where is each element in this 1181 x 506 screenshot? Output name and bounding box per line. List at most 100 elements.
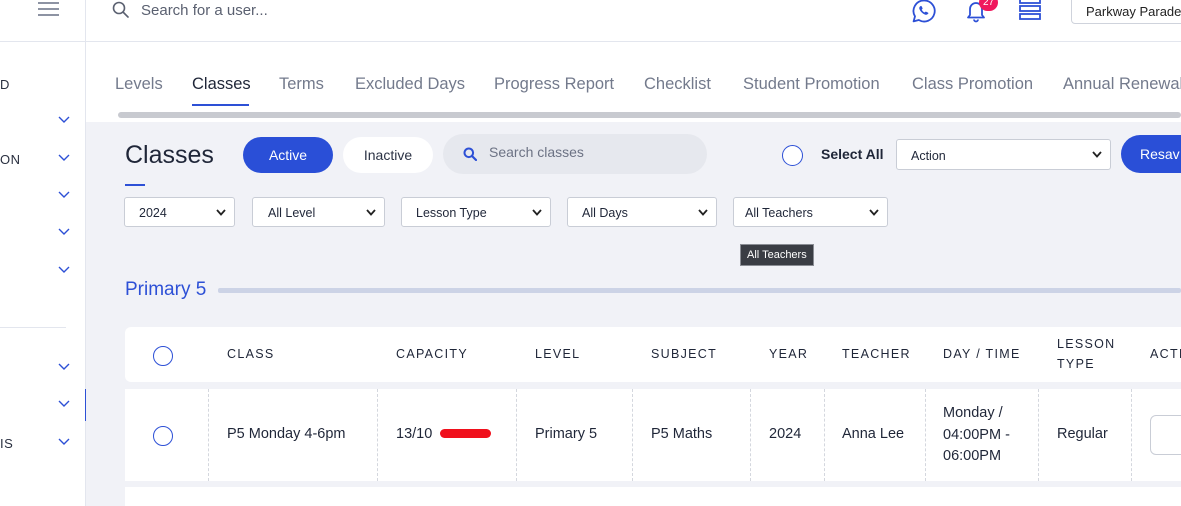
class-search-input[interactable] [489,144,689,160]
sidebar-item-2[interactable] [0,112,86,132]
days-filter[interactable]: All Days [567,197,717,227]
column-divider [750,389,751,481]
active-filter-button[interactable]: Active [243,137,333,173]
select-all-radio[interactable] [782,145,803,166]
sidebar: D ON IS [0,42,87,506]
notification-count-badge: 27 [979,0,998,11]
level-filter[interactable]: All Level [252,197,385,227]
column-divider [516,389,517,481]
sidebar-item-7[interactable] [0,359,86,379]
sidebar-item-3[interactable]: ON [0,150,86,170]
column-divider [1038,389,1039,481]
lesson-type-filter[interactable]: Lesson Type [401,197,551,227]
table-header: CLASS CAPACITY LEVEL SUBJECT YEAR TEACHE… [125,327,1181,382]
page-title: Classes [125,141,214,169]
column-header-lesson-type-line2: TYPE [1057,357,1095,371]
sidebar-item-8[interactable] [0,396,86,416]
sidebar-item-9[interactable]: IS [0,434,86,454]
sidebar-item-1[interactable]: D [0,75,86,95]
row-select-radio[interactable] [153,426,173,446]
user-search-input[interactable] [141,1,441,19]
list-view-icon[interactable] [1018,0,1044,22]
sidebar-item-label: IS [0,436,14,451]
capacity-over-limit-bar [440,429,491,438]
tabs-scrollbar[interactable] [118,112,1181,118]
sidebar-item-6[interactable] [0,262,86,282]
column-header-action[interactable]: ACTI [1150,344,1181,364]
row-action-button[interactable] [1150,415,1181,455]
tabs-bar: Levels Classes Terms Excluded Days Progr… [86,42,1181,122]
teachers-filter-value: All Teachers [745,206,813,220]
chevron-down-icon [58,363,70,370]
cell-level: Primary 5 [535,426,598,442]
column-divider [1131,389,1132,481]
lesson-type-filter-value: Lesson Type [416,206,487,220]
column-header-capacity[interactable]: CAPACITY [396,344,468,364]
chevron-down-icon [58,116,70,123]
tab-class-promotion[interactable]: Class Promotion [912,75,1033,94]
page-title-underline [125,184,145,186]
column-divider [377,389,378,481]
cell-subject: P5 Maths [651,426,713,442]
sidebar-item-5[interactable] [0,224,86,244]
chevron-down-icon [532,209,542,216]
column-header-subject[interactable]: SUBJECT [651,344,717,364]
class-search [443,134,707,174]
resave-button[interactable]: Resav [1121,135,1181,173]
chevron-down-icon [58,154,70,161]
column-divider [925,389,926,481]
select-all-label: Select All [821,146,884,162]
column-header-class[interactable]: CLASS [227,344,275,364]
chevron-down-icon [58,400,70,407]
action-select[interactable]: Action [896,139,1111,170]
cell-capacity: 13/10 [396,426,433,442]
column-header-day-time[interactable]: DAY / TIME [943,344,1021,364]
search-icon [112,1,129,18]
cell-day-time-line2: 04:00PM - [943,427,1010,443]
section-title: Primary 5 [125,279,207,300]
column-divider [632,389,633,481]
column-header-year[interactable]: YEAR [769,344,808,364]
tab-progress-report[interactable]: Progress Report [494,75,614,94]
chevron-down-icon [1092,151,1102,158]
cell-teacher: Anna Lee [842,426,905,442]
cell-lesson-type: Regular [1057,426,1108,442]
year-filter[interactable]: 2024 [124,197,235,227]
tab-levels[interactable]: Levels [115,75,163,94]
days-filter-value: All Days [582,206,628,220]
cell-day-time-line1: Monday / [943,405,1003,421]
level-filter-value: All Level [268,206,316,220]
inactive-filter-button[interactable]: Inactive [343,137,433,173]
teachers-filter[interactable]: All Teachers [733,197,888,227]
chevron-down-icon [58,438,70,445]
section-divider [218,288,1181,293]
sidebar-item-4[interactable] [0,187,86,207]
select-all-rows-radio[interactable] [153,346,173,366]
tab-classes[interactable]: Classes [192,75,251,94]
year-filter-value: 2024 [139,206,167,220]
table-row: P5 Monday 4-6pm 13/10 Primary 5 P5 Maths… [125,389,1181,481]
cell-day-time-line3: 06:00PM [943,448,1002,464]
tab-checklist[interactable]: Checklist [644,75,711,94]
sidebar-item-label: D [0,77,10,92]
search-icon [463,147,477,161]
top-header: 27 Parkway Parade [0,0,1181,42]
tab-excluded-days[interactable]: Excluded Days [355,75,465,94]
whatsapp-icon[interactable] [911,0,937,24]
sidebar-divider [0,327,66,328]
column-header-lesson-type[interactable]: LESSON [1057,334,1116,354]
active-tab-indicator [192,104,249,106]
column-divider [824,389,825,481]
table-row [125,487,1181,506]
chevron-down-icon [869,209,879,216]
tab-annual-renewal[interactable]: Annual Renewal [1063,75,1181,94]
branch-selector[interactable]: Parkway Parade [1071,0,1181,24]
tab-terms[interactable]: Terms [279,75,324,94]
hamburger-menu-icon[interactable] [38,0,60,18]
column-header-teacher[interactable]: TEACHER [842,344,911,364]
chevron-down-icon [216,209,226,216]
chevron-down-icon [698,209,708,216]
action-select-value: Action [911,149,946,163]
column-header-level[interactable]: LEVEL [535,344,580,364]
tab-student-promotion[interactable]: Student Promotion [743,75,880,94]
